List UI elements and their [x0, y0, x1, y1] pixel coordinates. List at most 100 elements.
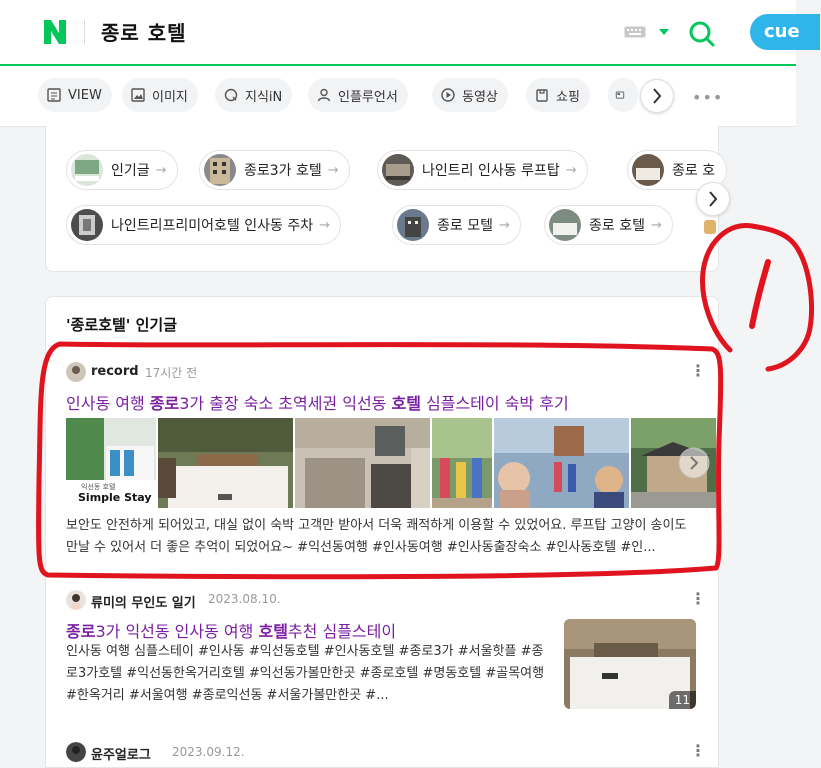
- q-icon: [224, 88, 238, 102]
- search-input[interactable]: 종로 호텔: [101, 17, 187, 46]
- arrow-right-icon: →: [565, 162, 577, 178]
- person-icon: [317, 88, 331, 102]
- author-avatar[interactable]: [66, 362, 86, 382]
- related-chip-label: 종로 모텔: [437, 218, 493, 234]
- tab-label: 쇼핑: [556, 89, 580, 105]
- post-image[interactable]: [295, 418, 430, 508]
- author-avatar[interactable]: [66, 590, 86, 610]
- tab-view[interactable]: VIEW: [38, 78, 112, 112]
- title-text: 3가 익선동 인사동 여행: [95, 622, 259, 641]
- image-icon: [131, 88, 145, 102]
- arrow-right-icon: →: [327, 162, 339, 178]
- image-caption: Simple Stay: [78, 491, 152, 504]
- post-image[interactable]: 11: [564, 619, 696, 709]
- related-chip[interactable]: 인기글 →: [66, 150, 178, 190]
- related-chip[interactable]: 종로 호텔 →: [544, 205, 673, 245]
- post-menu-icon[interactable]: ⋮: [690, 591, 706, 607]
- document-icon: [47, 88, 61, 102]
- tabs-next-button[interactable]: [640, 79, 674, 113]
- related-thumbnail: [382, 154, 414, 186]
- post-time: 2023.09.12.: [172, 745, 245, 759]
- news-icon: [615, 91, 625, 99]
- post-author[interactable]: 윤주얼로그: [91, 744, 151, 763]
- post-image[interactable]: [158, 418, 293, 508]
- post-title-link[interactable]: 종로3가 익선동 인사동 여행 호텔추천 심플스테이: [66, 618, 396, 642]
- tab-video[interactable]: 동영상: [432, 78, 508, 112]
- post-image[interactable]: [494, 418, 629, 508]
- related-chip[interactable]: 나인트리프리미어호텔 인사동 주차 →: [66, 205, 342, 245]
- image-festival: [432, 418, 492, 508]
- related-thumbnail: [71, 154, 103, 186]
- title-text: 3가 출장 숙소 초역세권 익선동: [179, 394, 392, 413]
- post-time: 2023.08.10.: [208, 592, 281, 606]
- bag-icon: [536, 89, 548, 102]
- post-author[interactable]: record: [91, 364, 139, 379]
- related-searches-panel: [45, 126, 719, 272]
- related-thumbnail: [549, 209, 581, 241]
- related-chip-label: 인기글: [111, 163, 150, 179]
- related-chip-label: 종로 호: [672, 163, 716, 179]
- post-image[interactable]: [631, 418, 716, 508]
- naver-logo[interactable]: [42, 18, 68, 46]
- play-icon: [441, 88, 455, 102]
- image-count-badge: 11: [668, 691, 696, 709]
- title-text: 추천 심플스테이: [287, 622, 397, 641]
- annotation-number-one: [749, 259, 771, 329]
- title-text: 심플스테이 숙박 후기: [420, 394, 569, 413]
- related-chip-label: 나인트리프리미어호텔 인사동 주차: [111, 218, 314, 234]
- dropdown-arrow-icon[interactable]: [658, 28, 670, 36]
- image-parade: [494, 418, 629, 508]
- related-next-button[interactable]: [696, 182, 730, 216]
- logo-divider: [84, 20, 85, 44]
- related-chip-label: 종로3가 호텔: [244, 163, 322, 179]
- post-menu-icon[interactable]: ⋮: [690, 363, 706, 379]
- image-hotel-room: [158, 418, 293, 508]
- post-image[interactable]: [432, 418, 492, 508]
- tab-label: 지식iN: [245, 89, 283, 105]
- related-thumbnail: [204, 154, 236, 186]
- related-chip[interactable]: 종로 모텔 →: [392, 205, 521, 245]
- tab-news[interactable]: [608, 78, 638, 112]
- tab-label: VIEW: [68, 87, 102, 103]
- chevron-right-icon: [653, 88, 662, 104]
- post-title-link[interactable]: 인사동 여행 종로3가 출장 숙소 초역세권 익선동 호텔 심플스테이 숙박 후…: [66, 390, 569, 414]
- tab-shopping[interactable]: 쇼핑: [526, 78, 590, 112]
- arrow-right-icon: →: [155, 162, 167, 178]
- related-chip[interactable]: 종로3가 호텔 →: [199, 150, 350, 190]
- post-snippet: 보안도 안전하게 되어있고, 대실 없이 숙박 고객만 받아서 더욱 쾌적하게 …: [66, 518, 687, 555]
- chevron-right-icon: [709, 191, 718, 207]
- post-author[interactable]: 류미의 무인도 일기: [91, 592, 196, 611]
- tab-influencer[interactable]: 인플루언서: [308, 78, 408, 112]
- title-highlight: 호텔: [258, 622, 288, 641]
- keyboard-icon[interactable]: [624, 26, 646, 38]
- title-text: 인사동 여행: [66, 394, 150, 413]
- tab-kin[interactable]: 지식iN: [215, 78, 293, 112]
- title-highlight: 종로: [66, 622, 96, 641]
- post-menu-icon[interactable]: ⋮: [690, 743, 706, 759]
- related-thumbnail-peek: [704, 220, 716, 234]
- tab-label: 인플루언서: [338, 89, 398, 105]
- tab-image[interactable]: 이미지: [122, 78, 198, 112]
- related-chip-label: 종로 호텔: [589, 218, 645, 234]
- title-highlight: 호텔: [391, 394, 421, 413]
- related-thumbnail: [71, 209, 103, 241]
- arrow-right-icon: →: [498, 217, 510, 233]
- related-thumbnail: [397, 209, 429, 241]
- author-avatar[interactable]: [66, 742, 86, 762]
- post-time: 17시간 전: [145, 366, 198, 380]
- post-image[interactable]: 익선동 호텔 Simple Stay: [66, 418, 156, 508]
- related-thumbnail: [632, 154, 664, 186]
- tab-label: 동영상: [462, 89, 498, 105]
- arrow-right-icon: →: [650, 217, 662, 233]
- tab-label: 이미지: [152, 89, 188, 105]
- search-icon[interactable]: [688, 20, 716, 48]
- image-next-button[interactable]: [678, 447, 710, 479]
- title-highlight: 종로: [149, 394, 180, 413]
- arrow-right-icon: →: [319, 217, 331, 233]
- more-menu-icon[interactable]: •••: [692, 88, 723, 107]
- cue-button[interactable]: cue: [750, 14, 820, 50]
- related-chip[interactable]: 나인트리 인사동 루프탑 →: [377, 150, 588, 190]
- image-hotel-building: [295, 418, 430, 508]
- post-snippet: 인사동 여행 심플스테이 #인사동 #익선동호텔 #인사동호텔 #종로3가 #서…: [66, 644, 545, 703]
- related-chip-label: 나인트리 인사동 루프탑: [422, 163, 560, 179]
